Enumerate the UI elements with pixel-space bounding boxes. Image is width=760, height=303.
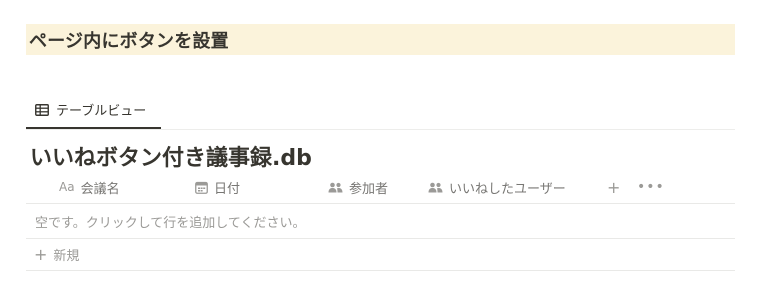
empty-message-text: 空です。クリックして行を追加してください。 <box>35 215 306 231</box>
more-options-icon[interactable]: ••• <box>637 171 665 203</box>
database-title[interactable]: いいねボタン付き議事録.db <box>30 140 312 172</box>
people-icon <box>328 182 343 193</box>
column-label: いいねしたユーザー <box>449 181 566 197</box>
column-header-participants[interactable]: 参加者 <box>328 171 388 203</box>
table-header-row: Aa 会議名 日付 参加者 いいねしたユーザー + ••• <box>26 171 735 204</box>
highlighted-heading-block: ページ内にボタンを設置 <box>26 24 735 55</box>
calendar-icon <box>195 181 208 194</box>
add-column-icon[interactable]: + <box>607 171 620 203</box>
plus-icon: + <box>34 245 48 264</box>
table-icon <box>34 102 50 118</box>
column-label: 日付 <box>214 181 241 197</box>
people-icon <box>428 182 443 193</box>
database-view-tabs: テーブルビュー <box>26 92 735 130</box>
text-property-icon: Aa <box>59 180 75 194</box>
column-label: 会議名 <box>80 181 120 197</box>
heading-text[interactable]: ページ内にボタンを設置 <box>29 27 229 53</box>
tab-label: テーブルビュー <box>56 104 147 119</box>
column-header-liked-users[interactable]: いいねしたユーザー <box>428 171 566 203</box>
new-row-button[interactable]: + 新規 <box>26 239 735 271</box>
tab-table-view[interactable]: テーブルビュー <box>26 92 161 129</box>
column-header-date[interactable]: 日付 <box>195 171 240 203</box>
new-row-label: 新規 <box>53 249 80 264</box>
notion-page: ページ内にボタンを設置 テーブルビュー いいねボタン付き議事録.db Aa 会議… <box>0 0 760 303</box>
column-header-meeting-name[interactable]: Aa 会議名 <box>59 171 120 203</box>
column-label: 参加者 <box>349 181 389 197</box>
empty-table-message[interactable]: 空です。クリックして行を追加してください。 <box>26 204 735 239</box>
